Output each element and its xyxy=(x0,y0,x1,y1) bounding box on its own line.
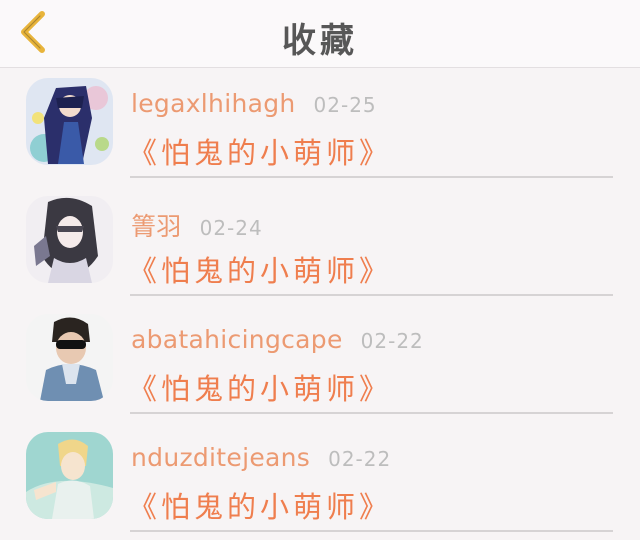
book-title[interactable]: 《怕鬼的小萌师》 xyxy=(128,366,392,408)
avatar[interactable] xyxy=(26,432,113,519)
top-bar: 收藏 xyxy=(0,0,640,68)
book-title[interactable]: 《怕鬼的小萌师》 xyxy=(128,130,392,172)
date: 02-22 xyxy=(328,447,392,471)
divider xyxy=(130,294,613,296)
list-item[interactable]: 箐羽 02-24 《怕鬼的小萌师》 xyxy=(0,186,640,304)
item-meta: nduzditejeans 02-22 xyxy=(131,443,391,472)
date: 02-22 xyxy=(360,329,424,353)
date: 02-24 xyxy=(199,216,263,240)
username[interactable]: 箐羽 xyxy=(131,207,182,243)
favorites-list: legaxlhihagh 02-25 《怕鬼的小萌师》 箐羽 02-24 《怕鬼… xyxy=(0,68,640,540)
username[interactable]: nduzditejeans xyxy=(131,443,310,472)
item-meta: abatahicingcape 02-22 xyxy=(131,325,424,354)
username[interactable]: legaxlhihagh xyxy=(131,89,296,118)
book-title[interactable]: 《怕鬼的小萌师》 xyxy=(128,484,392,526)
book-title[interactable]: 《怕鬼的小萌师》 xyxy=(128,248,392,290)
item-meta: 箐羽 02-24 xyxy=(131,207,263,243)
divider xyxy=(130,412,613,414)
date: 02-25 xyxy=(313,93,377,117)
page-title: 收藏 xyxy=(282,21,358,61)
list-item[interactable]: legaxlhihagh 02-25 《怕鬼的小萌师》 xyxy=(0,68,640,186)
item-meta: legaxlhihagh 02-25 xyxy=(131,89,377,118)
username[interactable]: abatahicingcape xyxy=(131,325,343,354)
avatar[interactable] xyxy=(26,78,113,165)
divider xyxy=(130,176,613,178)
list-item[interactable]: abatahicingcape 02-22 《怕鬼的小萌师》 xyxy=(0,304,640,422)
avatar[interactable] xyxy=(26,196,113,283)
list-item[interactable]: nduzditejeans 02-22 《怕鬼的小萌师》 xyxy=(0,422,640,540)
avatar[interactable] xyxy=(26,314,113,401)
